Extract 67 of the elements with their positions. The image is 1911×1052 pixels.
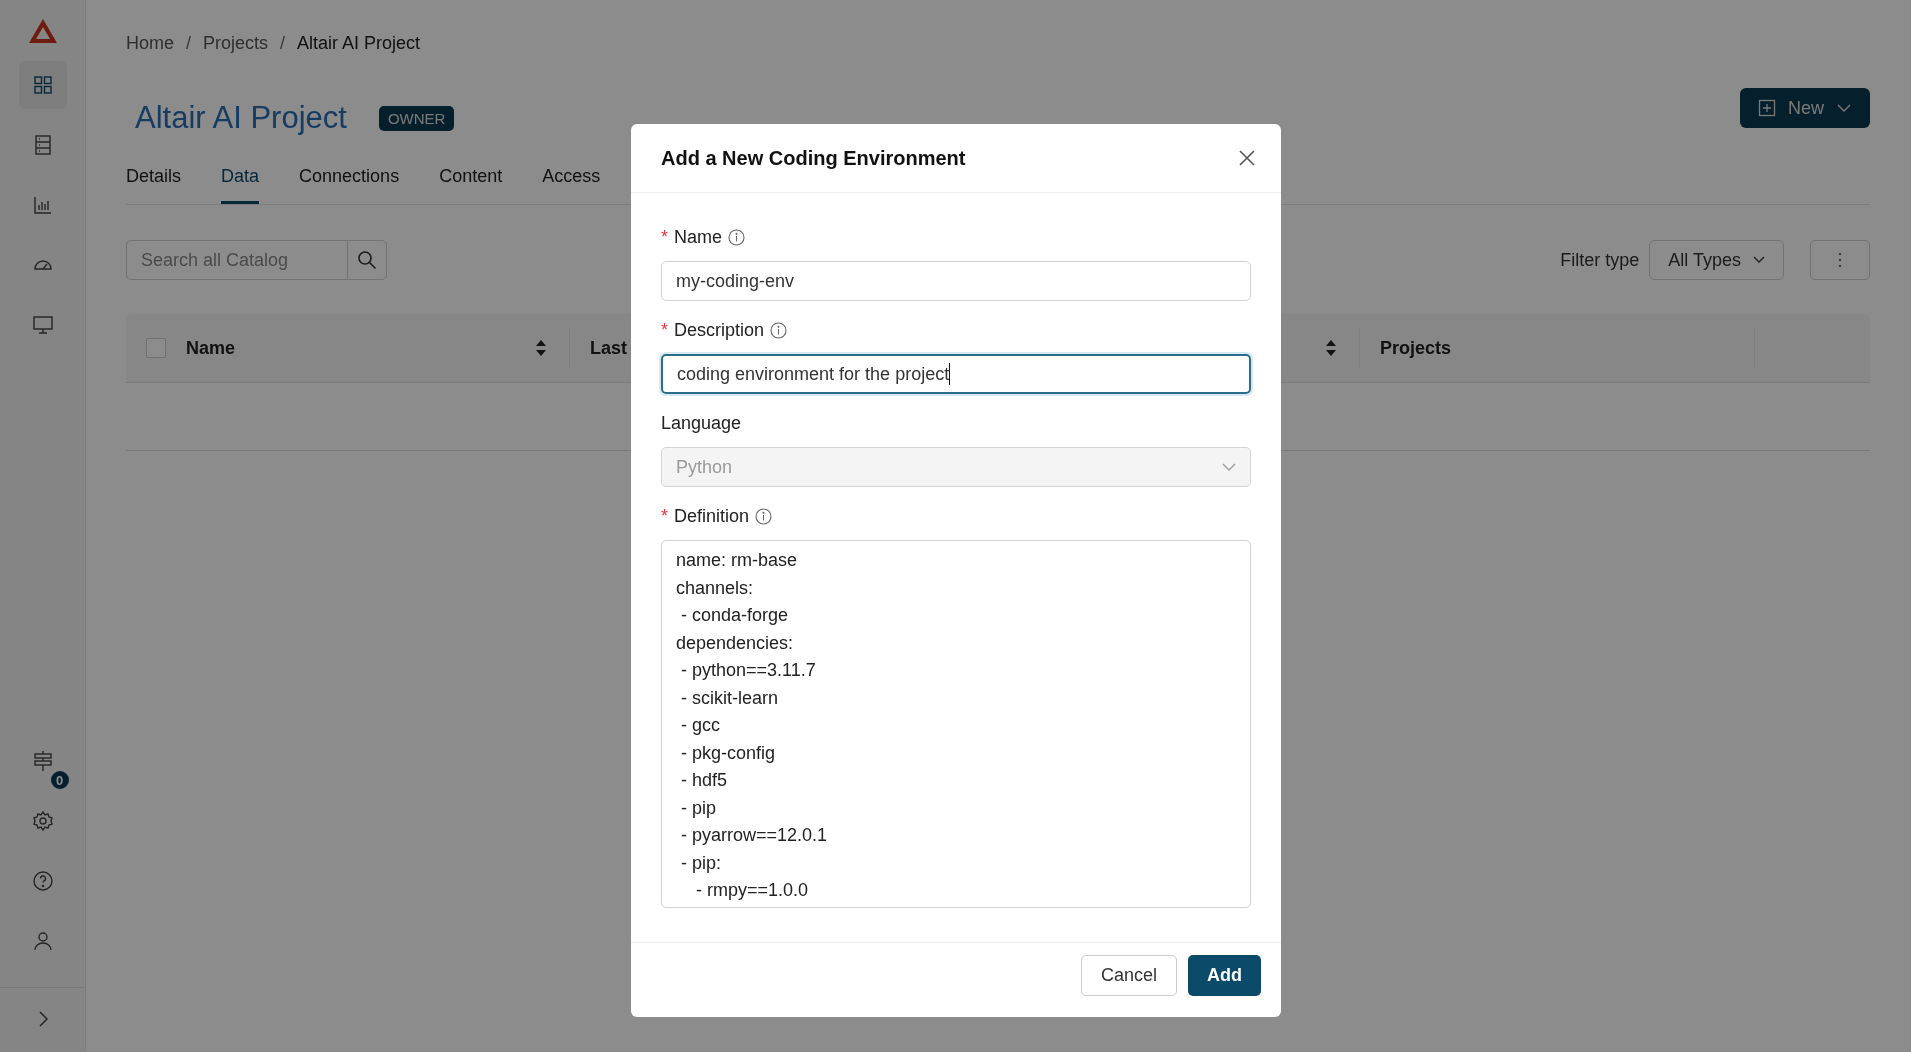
more-icon	[1838, 252, 1842, 268]
user-icon[interactable]	[31, 930, 54, 952]
breadcrumb-link[interactable]: Home	[126, 32, 174, 54]
code-line: - gcc	[680, 714, 720, 737]
help-icon[interactable]	[31, 870, 54, 892]
filter-label: Filter type	[1560, 249, 1640, 271]
tab[interactable]: Access	[542, 152, 601, 204]
required-asterisk: *	[661, 226, 668, 248]
code-line: - hdf5	[680, 769, 728, 792]
code-line: - scikit-learn	[680, 686, 778, 710]
notification-badge: 0	[50, 771, 69, 789]
field-label: Language	[661, 412, 742, 434]
sort-icon[interactable]	[1325, 339, 1337, 357]
tab[interactable]: Connections	[299, 152, 400, 204]
add-button[interactable]: Add	[1188, 954, 1261, 996]
search-field[interactable]: Search all Catalog	[126, 240, 347, 280]
breadcrumb-separator: /	[186, 32, 192, 54]
bar-chart-icon	[31, 194, 54, 216]
breadcrumb-current: Altair AI Project	[297, 32, 421, 54]
code-line: - pkg-config	[680, 741, 776, 765]
project-title: Altair AI Project	[135, 100, 347, 136]
code-line: - pyarrow==12.0.1	[680, 824, 828, 847]
grid-icon	[31, 74, 54, 96]
field-label: Definition	[674, 505, 750, 527]
caret-icon	[1222, 463, 1236, 471]
text-input[interactable]: my-coding-env	[661, 261, 1251, 301]
cancel-button[interactable]: Cancel	[1080, 954, 1177, 996]
tab[interactable]: Data	[221, 152, 260, 204]
signpost-icon[interactable]	[31, 750, 54, 772]
dialog-title: Add a New Coding Environment	[661, 146, 966, 170]
caret-icon	[1836, 103, 1852, 113]
required-asterisk: *	[661, 505, 668, 527]
code-line: name: rm-base	[676, 549, 798, 572]
breadcrumb-separator: /	[280, 32, 286, 54]
tab[interactable]: Details	[126, 152, 182, 204]
code-line: - pip	[680, 796, 717, 820]
sidebar-item[interactable]	[18, 61, 67, 109]
info-icon[interactable]	[755, 507, 773, 525]
search-button[interactable]	[347, 240, 387, 280]
field-label: Description	[674, 319, 765, 341]
info-icon[interactable]	[728, 228, 746, 246]
role-badge: OWNER	[378, 105, 455, 131]
required-asterisk: *	[661, 319, 668, 341]
new-button[interactable]: New	[1740, 88, 1870, 128]
search-icon	[357, 250, 377, 270]
code-line: dependencies:	[676, 631, 794, 655]
plus-square-icon	[1758, 99, 1776, 117]
sort-icon[interactable]	[535, 339, 547, 357]
column-header[interactable]: Projects	[1380, 337, 1754, 359]
tab[interactable]: Content	[439, 152, 503, 204]
code-line: channels:	[676, 576, 754, 600]
code-line: - conda-forge	[680, 604, 789, 627]
info-icon[interactable]	[770, 321, 788, 339]
filter-dropdown[interactable]: All Types	[1649, 240, 1784, 280]
code-line: - pip:	[680, 851, 722, 875]
text-input[interactable]: coding environment for the project	[661, 354, 1251, 394]
caret-icon	[1753, 256, 1765, 264]
breadcrumb-link[interactable]: Projects	[203, 32, 269, 54]
code-line: - rmpy==1.0.0	[695, 879, 809, 902]
definition-textarea[interactable]: name: rm-base channels: - conda-forge dependencies: - python==3.11.7 - scikit-learn - gcc - pkg-config - hdf5 - pip - pyarrow==12.0.1 - pip: - rmpy==1.0.0	[661, 540, 1251, 908]
select-all-checkbox[interactable]	[146, 338, 166, 358]
field-label: Name	[674, 226, 723, 248]
monitor-icon	[31, 314, 54, 336]
code-line: - python==3.11.7	[680, 659, 816, 682]
close-icon[interactable]	[1238, 149, 1256, 167]
settings-icon[interactable]	[31, 810, 54, 832]
column-header[interactable]: Name	[186, 337, 535, 359]
